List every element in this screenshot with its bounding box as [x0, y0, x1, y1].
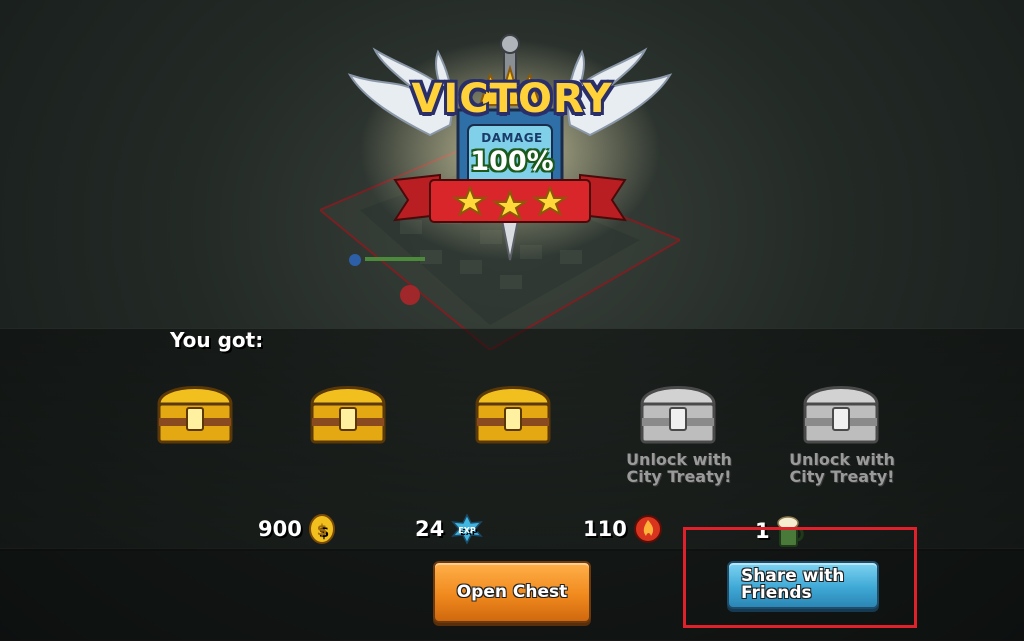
exp-icon: EXP: [451, 514, 484, 544]
open-chest-button[interactable]: Open Chest: [433, 561, 591, 623]
gold-reward: 900 $: [258, 514, 336, 544]
victory-title: VICTORY: [411, 76, 613, 122]
fire-amount: 110: [583, 517, 627, 541]
fire-orb-icon: [633, 515, 662, 543]
rewards-heading: You got:: [170, 328, 264, 352]
unlock-caption: Unlock with City Treaty!: [767, 451, 917, 485]
exp-reward: 24 EXP: [415, 514, 484, 544]
open-chest-label: Open Chest: [456, 582, 568, 602]
exp-icon-label: EXP: [458, 526, 476, 535]
unlock-caption-line2: City Treaty!: [789, 467, 895, 486]
unlock-caption-line2: City Treaty!: [626, 467, 732, 486]
locked-chest-icon: [803, 386, 879, 444]
gold-coin-icon: $: [308, 514, 335, 544]
gold-chest-icon[interactable]: [471, 374, 555, 446]
fire-reward: 110: [583, 514, 663, 544]
svg-text:$: $: [317, 521, 327, 539]
unlock-caption-line1: Unlock with: [626, 450, 732, 469]
gold-amount: 900: [258, 517, 302, 541]
highlight-annotation: [683, 527, 917, 628]
damage-percent: 100%: [470, 146, 554, 177]
damage-label: DAMAGE: [481, 131, 543, 145]
exp-amount: 24: [415, 517, 445, 541]
unlock-caption: Unlock with City Treaty!: [604, 451, 754, 485]
unlock-caption-line1: Unlock with: [789, 450, 895, 469]
gold-chest-icon[interactable]: [306, 374, 390, 446]
gold-chest-icon[interactable]: [153, 374, 237, 446]
locked-chest-icon: [640, 386, 716, 444]
